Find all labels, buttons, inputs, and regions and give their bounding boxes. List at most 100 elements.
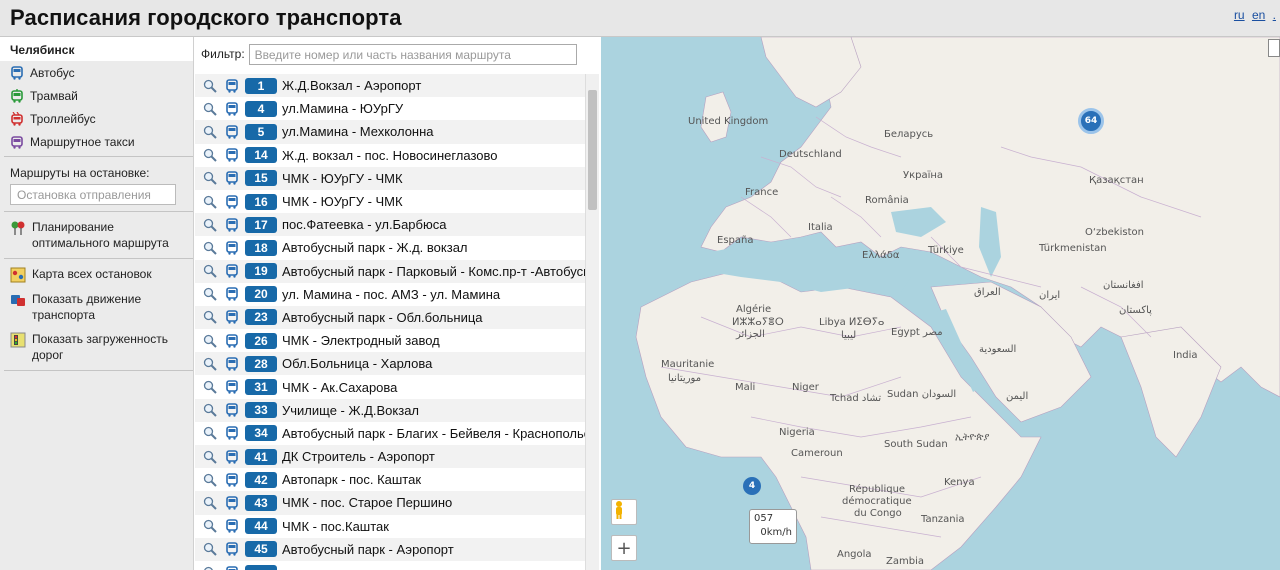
route-planning-link[interactable]: Планирование оптимального маршрута bbox=[0, 215, 193, 255]
zoom-route-icon[interactable] bbox=[203, 496, 217, 510]
route-name[interactable]: ЧМК - Ак.Сахарова bbox=[282, 380, 397, 395]
route-number[interactable]: 4 bbox=[245, 100, 277, 117]
route-filter-input[interactable]: Введите номер или часть названия маршрут… bbox=[248, 43, 577, 65]
lang-ru-link[interactable]: ru bbox=[1234, 8, 1245, 22]
zoom-route-icon[interactable] bbox=[203, 473, 217, 487]
zoom-route-icon[interactable] bbox=[203, 102, 217, 116]
zoom-route-icon[interactable] bbox=[203, 542, 217, 557]
route-number[interactable]: 41 bbox=[245, 448, 277, 465]
route-number[interactable]: 34 bbox=[245, 425, 277, 442]
route-name[interactable]: Автобусный парк - Ж.д. вокзал bbox=[282, 240, 468, 255]
route-row[interactable]: 1 Ж.Д.Вокзал - Аэропорт bbox=[195, 74, 585, 98]
route-number[interactable]: 16 bbox=[245, 193, 277, 210]
zoom-route-icon[interactable] bbox=[203, 566, 217, 570]
transport-trolleybus[interactable]: Троллейбус bbox=[0, 107, 193, 130]
route-name[interactable]: ЧМК - пос.Каштак bbox=[282, 519, 389, 534]
route-row[interactable]: 42 Автопарк - пос. Каштак bbox=[195, 468, 585, 491]
cluster-marker[interactable]: 64 bbox=[1078, 108, 1104, 134]
route-number[interactable]: 26 bbox=[245, 332, 277, 349]
route-number[interactable]: 33 bbox=[245, 402, 277, 419]
route-name[interactable]: ул. Мамина - пос. АМЗ - ул. Мамина bbox=[282, 287, 500, 302]
route-row[interactable]: 14 Ж.д. вокзал - пос. Новосинеглазово bbox=[195, 144, 585, 167]
route-number[interactable]: 20 bbox=[245, 286, 277, 303]
route-row[interactable]: 4 ул.Мамина - ЮУрГУ bbox=[195, 97, 585, 120]
route-row[interactable]: 31 ЧМК - Ак.Сахарова bbox=[195, 375, 585, 398]
zoom-route-icon[interactable] bbox=[203, 195, 217, 209]
route-row[interactable]: 33 Училище - Ж.Д.Вокзал bbox=[195, 398, 585, 422]
lang-other-link[interactable]: . bbox=[1273, 8, 1276, 22]
show-road-load-link[interactable]: Показать загруженность дорог bbox=[0, 327, 193, 367]
route-name[interactable]: Автобусный парк - Обл.больница bbox=[282, 310, 483, 325]
route-name[interactable]: ДК Строитель - Аэропорт bbox=[282, 449, 435, 464]
zoom-route-icon[interactable] bbox=[203, 334, 217, 348]
route-name[interactable]: ЧМК - ЮУрГУ - ЧМК bbox=[282, 171, 403, 186]
route-row[interactable]: 17 пос.Фатеевка - ул.Барбюса bbox=[195, 213, 585, 237]
route-name[interactable]: Ж.Д.Вокзал - Аэропорт bbox=[282, 78, 421, 93]
route-row[interactable]: 45 Автобусный парк - Аэропорт bbox=[195, 537, 585, 561]
route-row[interactable]: 26 ЧМК - Электродный завод bbox=[195, 329, 585, 352]
route-row[interactable]: 16 ЧМК - ЮУрГУ - ЧМК bbox=[195, 190, 585, 213]
stop-search-input[interactable]: Остановка отправления bbox=[10, 184, 176, 205]
zoom-route-icon[interactable] bbox=[203, 264, 217, 278]
zoom-route-icon[interactable] bbox=[203, 403, 217, 417]
zoom-route-icon[interactable] bbox=[203, 148, 217, 162]
route-number[interactable]: 15 bbox=[245, 170, 277, 187]
zoom-route-icon[interactable] bbox=[203, 125, 217, 139]
show-traffic-motion-link[interactable]: Показать движение транспорта bbox=[0, 287, 193, 327]
zoom-route-icon[interactable] bbox=[203, 79, 217, 93]
route-row[interactable]: 18 Автобусный парк - Ж.д. вокзал bbox=[195, 236, 585, 259]
route-number[interactable]: 45 bbox=[245, 541, 277, 558]
route-row[interactable]: 15 ЧМК - ЮУрГУ - ЧМК bbox=[195, 166, 585, 190]
route-row[interactable]: 5 ул.Мамина - Мехколонна bbox=[195, 120, 585, 144]
route-row[interactable]: 20 ул. Мамина - пос. АМЗ - ул. Мамина bbox=[195, 283, 585, 306]
route-number[interactable]: 18 bbox=[245, 239, 277, 256]
scroll-thumb[interactable] bbox=[588, 90, 597, 210]
lang-en-link[interactable]: en bbox=[1252, 8, 1265, 22]
route-row[interactable]: 23 Автобусный парк - Обл.больница bbox=[195, 305, 585, 330]
transport-bus[interactable]: Автобус bbox=[0, 61, 193, 84]
route-name[interactable]: пос.Фатеевка - ул.Барбюса bbox=[282, 217, 446, 232]
route-name[interactable]: ул.Мамина - ЮУрГУ bbox=[282, 101, 403, 116]
route-name[interactable]: ЧМК - Электродный завод bbox=[282, 333, 440, 348]
zoom-route-icon[interactable] bbox=[203, 171, 217, 186]
zoom-route-icon[interactable] bbox=[203, 519, 217, 533]
route-name[interactable]: Училище - Ж.Д.Вокзал bbox=[282, 403, 419, 418]
route-number[interactable]: 14 bbox=[245, 147, 277, 164]
route-number[interactable]: 17 bbox=[245, 216, 277, 233]
route-row[interactable]: 28 Обл.Больница - Харлова bbox=[195, 352, 585, 376]
route-row[interactable]: 44 ЧМК - пос.Каштак bbox=[195, 515, 585, 538]
route-name[interactable]: Автопарк - пос. Каштак bbox=[282, 472, 421, 487]
route-number[interactable]: 43 bbox=[245, 494, 277, 511]
route-number[interactable]: 19 bbox=[245, 263, 277, 280]
zoom-route-icon[interactable] bbox=[203, 218, 217, 232]
transport-minibus[interactable]: Маршрутное такси bbox=[0, 130, 193, 153]
street-view-button[interactable] bbox=[611, 499, 637, 525]
zoom-route-icon[interactable] bbox=[203, 426, 217, 441]
route-row[interactable]: 41 ДК Строитель - Аэропорт bbox=[195, 445, 585, 469]
zoom-route-icon[interactable] bbox=[203, 380, 217, 394]
city-name[interactable]: Челябинск bbox=[0, 37, 193, 61]
zoom-in-button[interactable]: + bbox=[611, 535, 637, 561]
route-name[interactable]: Обл.Больница - Харлова bbox=[282, 356, 432, 371]
route-name[interactable]: Автобусный парк - Благих - Бейвеля - Кра… bbox=[282, 426, 585, 441]
route-number[interactable]: 31 bbox=[245, 379, 277, 396]
route-name[interactable]: Автобусный парк - Аэропорт bbox=[282, 542, 454, 557]
route-number[interactable]: 1 bbox=[245, 77, 277, 94]
transport-tram[interactable]: Трамвай bbox=[0, 84, 193, 107]
zoom-route-icon[interactable] bbox=[203, 450, 217, 464]
zoom-route-icon[interactable] bbox=[203, 357, 217, 371]
zoom-route-icon[interactable] bbox=[203, 310, 217, 325]
route-row[interactable]: 43 ЧМК - пос. Старое Першино bbox=[195, 491, 585, 515]
route-row[interactable]: 19 Автобусный парк - Парковый - Комс.пр-т… bbox=[195, 259, 585, 283]
route-name[interactable]: ЧМК - пос. Старое Першино bbox=[282, 495, 452, 510]
zoom-route-icon[interactable] bbox=[203, 241, 217, 255]
route-list-scrollbar[interactable] bbox=[585, 74, 599, 570]
route-name[interactable]: ЧМК - ЮУрГУ - ЧМК bbox=[282, 194, 403, 209]
route-number[interactable]: 44 bbox=[245, 518, 277, 535]
route-name[interactable]: Автобусный парк - Парковый - Комс.пр-т -… bbox=[282, 264, 585, 279]
route-number[interactable]: 5 bbox=[245, 123, 277, 140]
route-number[interactable]: 42 bbox=[245, 471, 277, 488]
vehicle-marker[interactable]: 4 bbox=[743, 477, 761, 495]
route-number[interactable]: 28 bbox=[245, 355, 277, 372]
zoom-route-icon[interactable] bbox=[203, 287, 217, 301]
